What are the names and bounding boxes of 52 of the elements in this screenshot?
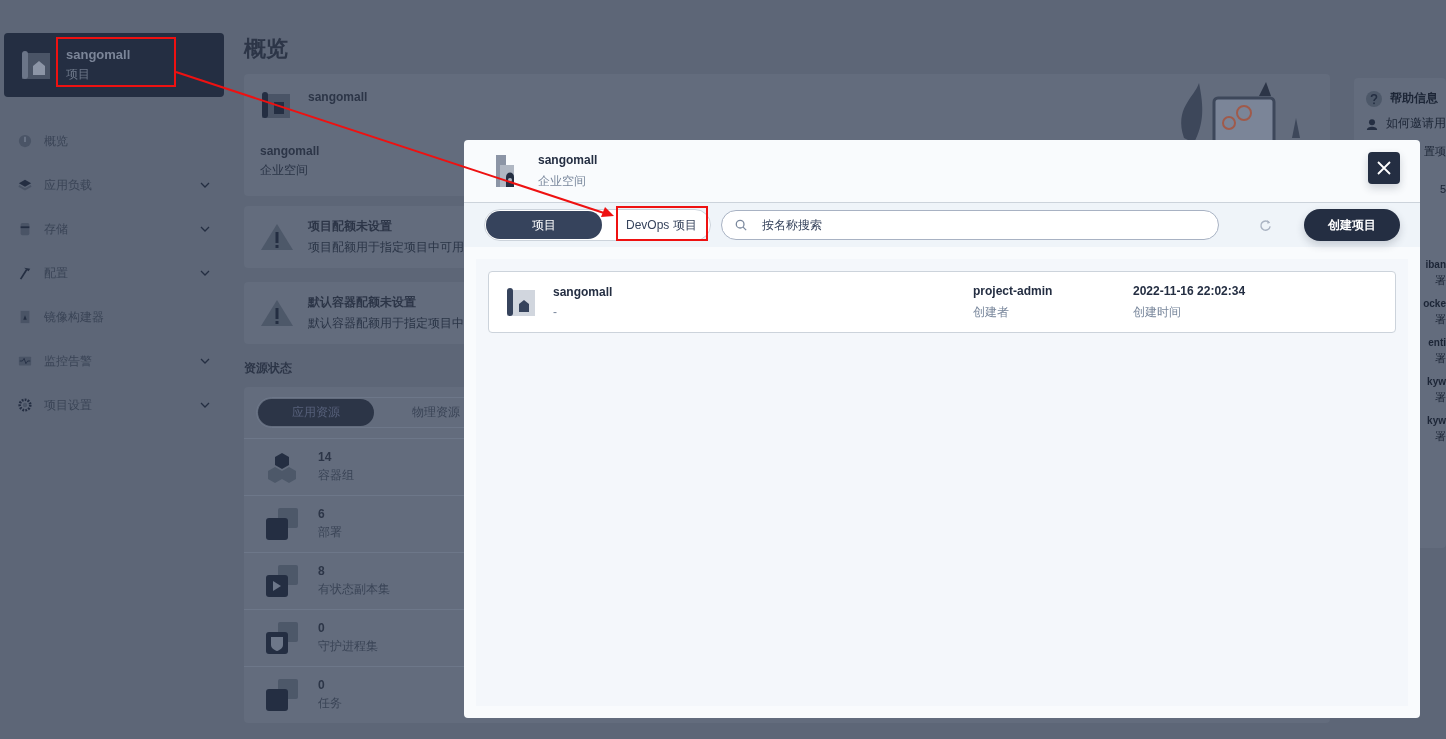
image-icon <box>18 310 32 324</box>
gear-icon <box>18 398 32 412</box>
created-time-label: 创建时间 <box>1133 303 1182 321</box>
create-project-button[interactable]: 创建项目 <box>1304 209 1400 241</box>
creator-value: project-admin <box>973 283 1054 298</box>
stacked-squares-icon <box>264 563 300 599</box>
monitor-icon <box>18 354 32 368</box>
help-title: 帮助信息 <box>1390 90 1438 107</box>
app-type: 署 <box>1435 312 1446 327</box>
project-description: - <box>553 305 558 319</box>
project-type: 项目 <box>66 66 91 83</box>
creator-label: 创建者 <box>973 303 1010 321</box>
app-name: kyw <box>1427 415 1446 426</box>
stacked-squares-icon <box>264 506 300 542</box>
stacked-squares-icon <box>264 620 300 656</box>
help-link[interactable]: 如何邀请用 <box>1386 115 1446 132</box>
tab[interactable]: DevOps 项目 <box>614 211 709 239</box>
warning-icon <box>260 299 294 327</box>
app-name: enti <box>1428 337 1446 348</box>
search-icon <box>734 219 747 231</box>
project-icon <box>20 49 52 81</box>
project-name: sangomall <box>308 90 368 104</box>
workspace-name: sangomall <box>538 152 599 167</box>
app-type: 署 <box>1435 429 1446 444</box>
layers-icon <box>18 178 32 192</box>
app-type: 署 <box>1435 273 1446 288</box>
app-name: iban <box>1425 259 1446 270</box>
user-icon <box>1366 116 1378 131</box>
search-field[interactable]: 按名称搜索 <box>720 210 1219 240</box>
workspace-name: sangomall <box>260 144 321 158</box>
workspace-label: 企业空间 <box>538 172 587 190</box>
app-name: ocke <box>1423 298 1446 309</box>
created-time-value: 2022-11-16 22:02:34 <box>1133 283 1246 298</box>
warning-icon <box>260 223 294 251</box>
storage-icon <box>18 222 32 236</box>
stacked-squares-icon <box>264 677 300 713</box>
app-count: 5 <box>1439 183 1446 195</box>
project-row[interactable]: sangomall - project-admin 创建者 2022-11-16 22:02:34 创建时间 <box>488 271 1396 333</box>
app-type: 署 <box>1435 351 1446 366</box>
project-name: sangomall <box>553 285 614 299</box>
app-type: 署 <box>1435 390 1446 405</box>
project-icon <box>505 286 537 318</box>
help-text: 置项 <box>1424 144 1446 159</box>
hammer-icon <box>18 266 32 280</box>
close-icon <box>1377 161 1391 175</box>
tab[interactable]: 项目 <box>486 211 602 239</box>
close-button[interactable] <box>1368 152 1400 184</box>
project-name: sangomall <box>66 47 131 62</box>
app-name: kyw <box>1427 376 1446 387</box>
project-header[interactable]: sangomall 项目 <box>4 33 224 97</box>
question-icon <box>1366 90 1382 107</box>
gauge-icon <box>18 134 32 148</box>
